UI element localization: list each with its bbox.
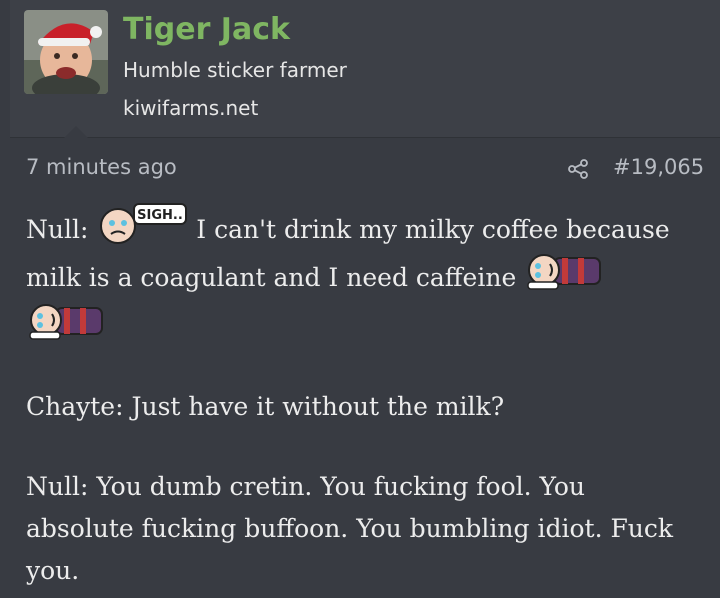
sleeping-smiley-icon xyxy=(524,250,608,309)
post-line-7: you. xyxy=(26,556,80,585)
post-line-1-speaker: Null: xyxy=(26,215,89,244)
post-line-4: Chayte: Just have it without the milk? xyxy=(26,392,505,421)
author-avatar[interactable] xyxy=(24,10,108,94)
post-author-header: Tiger Jack Humble sticker farmer kiwifar… xyxy=(10,0,720,138)
post-number-link[interactable]: #19,065 xyxy=(613,155,704,179)
header-pointer-arrow xyxy=(64,126,88,138)
sleeping-smiley-icon xyxy=(26,300,110,359)
post-line-6: absolute fucking buffoon. You bumbling i… xyxy=(26,514,674,543)
post-line-2: milk is a coagulant and I need caffeine xyxy=(26,250,608,309)
post-line-3 xyxy=(26,300,110,359)
author-title: Humble sticker farmer xyxy=(123,58,347,82)
sigh-smiley-text: SIGH.. xyxy=(138,208,184,223)
post-line-2-text: milk is a coagulant and I need caffeine xyxy=(26,263,517,292)
share-icon[interactable] xyxy=(566,157,590,181)
post-line-1-text: I can't drink my milky coffee because xyxy=(196,215,670,244)
post-timestamp[interactable]: 7 minutes ago xyxy=(26,155,177,179)
author-site: kiwifarms.net xyxy=(123,96,259,120)
author-name[interactable]: Tiger Jack xyxy=(123,10,290,50)
